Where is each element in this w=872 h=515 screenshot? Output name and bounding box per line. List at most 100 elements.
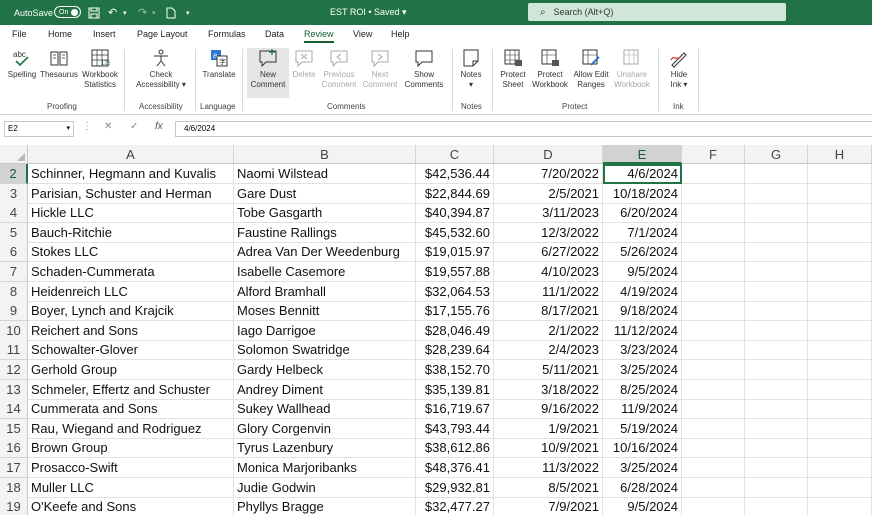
cell-f-8[interactable] — [682, 281, 745, 302]
cell-b-6[interactable]: Adrea Van Der Weedenburg — [234, 242, 416, 263]
tab-formulas[interactable]: Formulas — [208, 29, 246, 43]
cell-g-6[interactable] — [745, 242, 808, 263]
cell-f-16[interactable] — [682, 438, 745, 459]
row-header[interactable]: 16 — [0, 438, 28, 459]
cell-h-13[interactable] — [808, 379, 872, 400]
cell-f-14[interactable] — [682, 399, 745, 420]
cell-d-5[interactable]: 12/3/2022 — [494, 222, 603, 243]
column-header-f[interactable]: F — [682, 145, 745, 164]
cell-b-15[interactable]: Glory Corgenvin — [234, 418, 416, 439]
cell-g-9[interactable] — [745, 301, 808, 322]
cell-g-15[interactable] — [745, 418, 808, 439]
protect-workbook-button[interactable]: Protect Workbook — [530, 48, 570, 90]
cell-f-4[interactable] — [682, 203, 745, 224]
cell-b-12[interactable]: Gardy Helbeck — [234, 360, 416, 380]
thesaurus-button[interactable]: Thesaurus — [40, 48, 78, 80]
cell-d-18[interactable]: 8/5/2021 — [494, 477, 603, 498]
cell-e-17[interactable]: 3/25/2024 — [603, 458, 682, 478]
translate-button[interactable]: a字 Translate — [200, 48, 238, 80]
cell-d-2[interactable]: 7/20/2022 — [494, 164, 603, 184]
cell-h-19[interactable] — [808, 497, 872, 515]
redo-dropdown-icon[interactable]: ▾ — [152, 0, 166, 25]
cell-h-8[interactable] — [808, 281, 872, 302]
notes-button[interactable]: Notes ▾ — [456, 48, 486, 90]
cell-d-12[interactable]: 5/11/2021 — [494, 360, 603, 380]
cell-e-15[interactable]: 5/19/2024 — [603, 418, 682, 439]
cell-b-3[interactable]: Gare Dust — [234, 183, 416, 204]
cell-d-10[interactable]: 2/1/2022 — [494, 320, 603, 341]
cell-c-16[interactable]: $38,612.86 — [416, 438, 494, 459]
column-header-g[interactable]: G — [745, 145, 808, 164]
cell-b-18[interactable]: Judie Godwin — [234, 477, 416, 498]
row-header[interactable]: 4 — [0, 203, 28, 224]
cell-f-5[interactable] — [682, 222, 745, 243]
cell-e-3[interactable]: 10/18/2024 — [603, 183, 682, 204]
cell-a-11[interactable]: Schowalter-Glover — [28, 340, 234, 361]
cell-g-11[interactable] — [745, 340, 808, 361]
cell-d-9[interactable]: 8/17/2021 — [494, 301, 603, 322]
cell-g-4[interactable] — [745, 203, 808, 224]
cell-f-15[interactable] — [682, 418, 745, 439]
row-header[interactable]: 9 — [0, 301, 28, 322]
cell-c-17[interactable]: $48,376.41 — [416, 458, 494, 478]
cell-a-14[interactable]: Cummerata and Sons — [28, 399, 234, 420]
cell-a-18[interactable]: Muller LLC — [28, 477, 234, 498]
cell-h-10[interactable] — [808, 320, 872, 341]
select-all-button[interactable] — [0, 145, 28, 164]
cell-b-10[interactable]: Iago Darrigoe — [234, 320, 416, 341]
cell-b-17[interactable]: Monica Marjoribanks — [234, 458, 416, 478]
name-box[interactable]: E2 ▾ — [4, 121, 74, 137]
new-comment-button[interactable]: New Comment — [247, 48, 289, 98]
cell-b-13[interactable]: Andrey Diment — [234, 379, 416, 400]
cell-d-11[interactable]: 2/4/2023 — [494, 340, 603, 361]
column-header-h[interactable]: H — [808, 145, 872, 164]
cell-e-8[interactable]: 4/19/2024 — [603, 281, 682, 302]
row-header[interactable]: 7 — [0, 262, 28, 282]
cell-c-2[interactable]: $42,536.44 — [416, 164, 494, 184]
cell-g-13[interactable] — [745, 379, 808, 400]
cell-a-4[interactable]: Hickle LLC — [28, 203, 234, 224]
cell-b-9[interactable]: Moses Bennitt — [234, 301, 416, 322]
cell-g-2[interactable] — [745, 164, 808, 184]
cell-h-17[interactable] — [808, 458, 872, 478]
cell-c-10[interactable]: $28,046.49 — [416, 320, 494, 341]
cell-a-19[interactable]: O'Keefe and Sons — [28, 497, 234, 515]
search-box[interactable]: ⌕ Search (Alt+Q) — [528, 3, 786, 21]
cell-c-4[interactable]: $40,394.87 — [416, 203, 494, 224]
protect-sheet-button[interactable]: Protect Sheet — [496, 48, 530, 90]
cell-f-17[interactable] — [682, 458, 745, 478]
hide-ink-button[interactable]: Hide Ink ▾ — [664, 48, 694, 90]
cell-e-12[interactable]: 3/25/2024 — [603, 360, 682, 380]
formula-input[interactable]: 4/6/2024 — [175, 121, 872, 137]
undo-icon[interactable]: ↶ — [108, 0, 122, 25]
cell-f-18[interactable] — [682, 477, 745, 498]
cell-c-18[interactable]: $29,932.81 — [416, 477, 494, 498]
cell-a-16[interactable]: Brown Group — [28, 438, 234, 459]
cell-a-15[interactable]: Rau, Wiegand and Rodriguez — [28, 418, 234, 439]
spelling-button[interactable]: abc Spelling — [6, 48, 38, 80]
cell-a-5[interactable]: Bauch-Ritchie — [28, 222, 234, 243]
cell-d-17[interactable]: 11/3/2022 — [494, 458, 603, 478]
cell-c-8[interactable]: $32,064.53 — [416, 281, 494, 302]
cell-h-18[interactable] — [808, 477, 872, 498]
cell-a-10[interactable]: Reichert and Sons — [28, 320, 234, 341]
cell-h-15[interactable] — [808, 418, 872, 439]
cell-g-14[interactable] — [745, 399, 808, 420]
cell-c-13[interactable]: $35,139.81 — [416, 379, 494, 400]
row-header[interactable]: 3 — [0, 183, 28, 204]
cell-b-14[interactable]: Sukey Wallhead — [234, 399, 416, 420]
cell-g-17[interactable] — [745, 458, 808, 478]
cell-d-14[interactable]: 9/16/2022 — [494, 399, 603, 420]
cell-a-12[interactable]: Gerhold Group — [28, 360, 234, 380]
cell-e-5[interactable]: 7/1/2024 — [603, 222, 682, 243]
cell-h-12[interactable] — [808, 360, 872, 380]
cell-f-6[interactable] — [682, 242, 745, 263]
column-header-c[interactable]: C — [416, 145, 494, 164]
cell-h-2[interactable] — [808, 164, 872, 184]
cell-b-4[interactable]: Tobe Gasgarth — [234, 203, 416, 224]
column-header-e[interactable]: E — [603, 145, 682, 164]
row-header[interactable]: 13 — [0, 379, 28, 400]
unshare-workbook-button[interactable]: Unshare Workbook — [612, 48, 652, 90]
row-header[interactable]: 17 — [0, 458, 28, 478]
cell-b-2[interactable]: Naomi Wilstead — [234, 164, 416, 184]
